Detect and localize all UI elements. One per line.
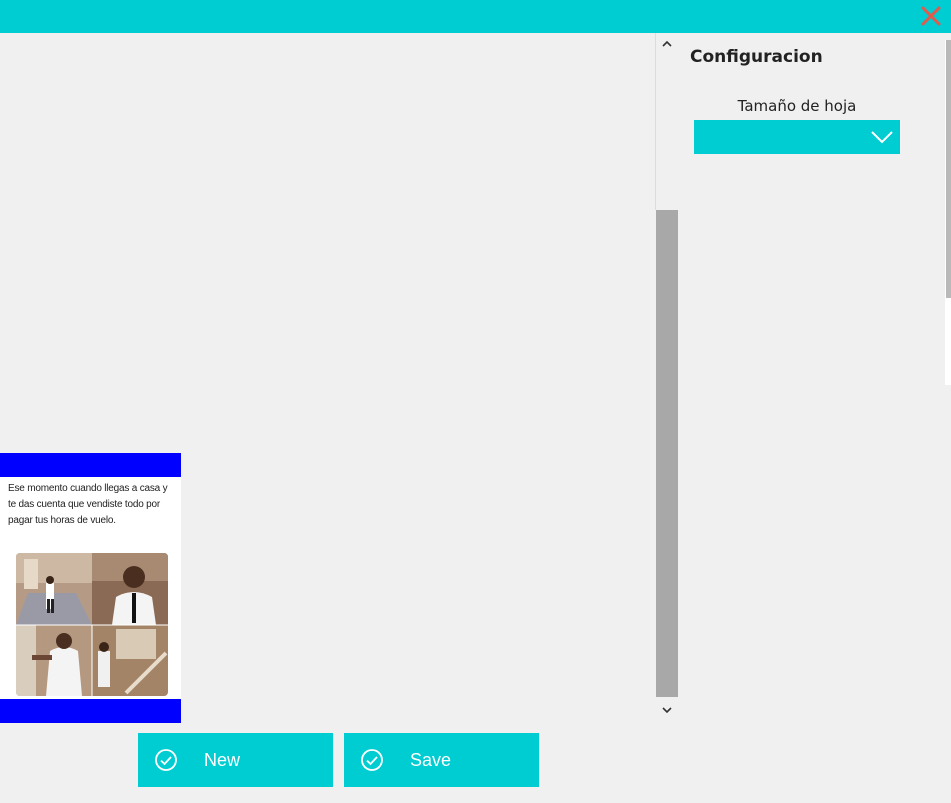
panel-title: Configuracion [690, 47, 823, 67]
vertical-scrollbar[interactable] [655, 33, 679, 723]
background-window-edge [945, 40, 951, 385]
meme-card[interactable]: Ese momento cuando llegas a casa y te da… [0, 453, 181, 723]
background-window-bar [946, 40, 951, 298]
scroll-down-button[interactable] [659, 703, 675, 717]
close-button[interactable] [917, 2, 945, 30]
card-bottom-band [0, 699, 181, 723]
scroll-thumb[interactable] [656, 210, 678, 697]
config-panel: Configuracion Tamaño de hoja [680, 33, 945, 723]
check-circle-icon [361, 749, 383, 771]
card-top-band [0, 453, 181, 477]
app-window: Ese momento cuando llegas a casa y te da… [0, 0, 951, 803]
close-icon [921, 6, 941, 26]
sheet-size-select[interactable] [694, 120, 900, 154]
chevron-down-icon [871, 131, 893, 144]
sheet-size-label: Tamaño de hoja [737, 97, 857, 115]
title-bar [0, 0, 951, 33]
save-button-label: Save [410, 750, 452, 770]
chevron-up-icon [662, 40, 672, 47]
meme-photo [16, 553, 168, 696]
check-circle-icon [155, 749, 177, 771]
new-button[interactable]: New [138, 733, 333, 787]
chevron-down-icon [662, 707, 672, 714]
scroll-up-button[interactable] [659, 37, 675, 51]
card-caption: Ese momento cuando llegas a casa y te da… [8, 483, 168, 526]
save-button[interactable]: Save [344, 733, 539, 787]
new-button-label: New [204, 750, 241, 770]
